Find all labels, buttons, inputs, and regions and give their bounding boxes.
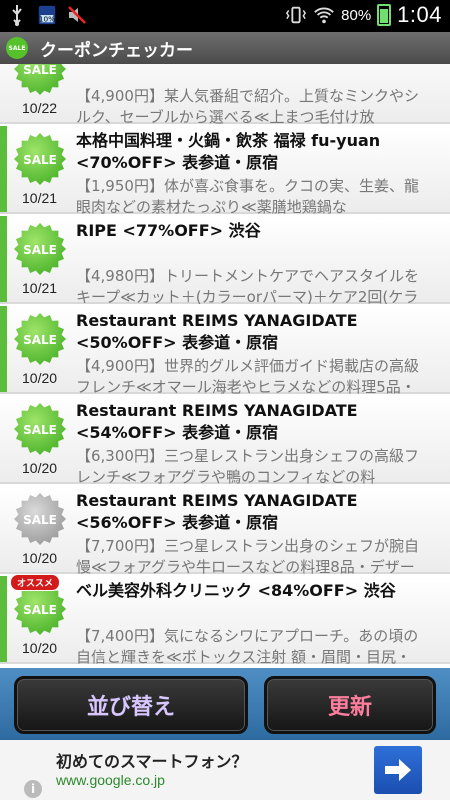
sale-badge-icon: SALE	[14, 403, 66, 455]
mute-icon	[66, 4, 88, 26]
sale-badge-icon: SALE	[14, 133, 66, 185]
coupon-list-item[interactable]: SALE 10/21 本格中国料理・火鍋・飲茶 福禄 fu-yuan <70%OFF…	[0, 126, 450, 216]
coupon-description-line: 【1,950円】体が喜ぶ食事を。クコの実、生姜、龍	[76, 177, 419, 195]
coupon-description-line: キープ≪カット＋(カラーorパーマ)＋ケア2回(ケラ	[76, 288, 419, 306]
sale-badge-icon: SALE	[14, 223, 66, 275]
recommended-tag: オススメ	[10, 574, 61, 591]
new-indicator-stripe	[0, 486, 7, 572]
svg-text:SALE: SALE	[23, 333, 57, 347]
sale-badge-icon: SALE	[14, 313, 66, 365]
svg-text:SALE: SALE	[23, 423, 57, 437]
coupon-title: ベル美容外科クリニック <84%OFF> 渋谷	[76, 581, 396, 600]
coupon-list-item[interactable]: SALE オススメ 10/20 ベル美容外科クリニック <84%OFF> 渋谷【7,4…	[0, 574, 450, 666]
coupon-description-line: ルク、セーブルから選べる≪上まつ毛付け放	[76, 108, 375, 126]
coupon-description: 【4,900円】世界的グルメ評価ガイド掲載店の高級 フレンチ≪オマール海老やヒラメ…	[76, 356, 446, 398]
coupon-list-item[interactable]: SALE 10/20 Restaurant REIMS YANAGIDATE <54…	[0, 396, 450, 486]
app-title: クーポンチェッカー	[40, 40, 193, 61]
coupon-description: 【4,980円】トリートメントケアでヘアスタイルを キープ≪カット＋(カラーorパ…	[76, 266, 446, 308]
coupon-description: 【4,900円】某人気番組で紹介。上質なミンクやシ ルク、セーブルから選べる≪上ま…	[76, 86, 446, 128]
button-bar: 並び替え 更新	[0, 668, 450, 740]
coupon-list-item[interactable]: SALE 10/20 Restaurant REIMS YANAGIDATE <56…	[0, 486, 450, 576]
coupon-list-item[interactable]: SALE 10/21 RIPE <77%OFF> 渋谷【4,980円】トリートメント…	[0, 216, 450, 306]
clock: 1:04	[397, 2, 442, 27]
coupon-title: RIPE <77%OFF> 渋谷	[76, 221, 261, 240]
new-indicator-stripe	[0, 126, 7, 212]
battery-widget-icon: 10%	[36, 4, 58, 26]
coupon-description-line: 慢≪フォアグラや牛ロースなどの料理8品・デザー	[76, 558, 415, 576]
coupon-description: 【7,700円】三つ星レストラン出身のシェフが腕自 慢≪フォアグラや牛ロースなどの…	[76, 536, 446, 578]
coupon-list[interactable]: SALE 10/22 【4,900円】某人気番組で紹介。上質なミンクやシ ルク、セーブ…	[0, 64, 450, 668]
coupon-date: 10/20	[22, 460, 58, 476]
usb-icon	[6, 4, 28, 26]
app-icon: SALE	[6, 37, 28, 59]
sale-badge-icon: SALE	[14, 493, 66, 545]
coupon-description-line: 【6,300円】三つ星レストラン出身シェフの高級フ	[76, 447, 419, 465]
coupon-title: Restaurant REIMS YANAGIDATE <54%OFF> 表参道…	[76, 401, 358, 442]
new-indicator-stripe	[0, 306, 7, 392]
sale-badge-icon: SALE	[14, 64, 66, 95]
new-indicator-stripe	[0, 216, 7, 302]
coupon-date: 10/22	[22, 100, 58, 116]
svg-text:SALE: SALE	[23, 64, 57, 77]
battery-percent: 80%	[341, 6, 372, 24]
coupon-description-line: 【7,400円】気になるシワにアプローチ。あの頃の	[76, 627, 419, 645]
arrow-right-icon[interactable]	[374, 746, 422, 794]
svg-text:SALE: SALE	[23, 153, 57, 167]
coupon-description-line: 眼肉などの素材たっぷり≪薬膳地鶏鍋な	[76, 198, 347, 216]
new-indicator-stripe	[0, 64, 7, 122]
coupon-date: 10/20	[22, 370, 58, 386]
wifi-icon	[313, 4, 335, 26]
coupon-list-item[interactable]: SALE 10/22 【4,900円】某人気番組で紹介。上質なミンクやシ ルク、セーブ…	[0, 64, 450, 126]
svg-text:10%: 10%	[39, 14, 55, 23]
coupon-description-line: 【7,700円】三つ星レストラン出身のシェフが腕自	[76, 537, 419, 555]
ad-title[interactable]: 初めてのスマートフォン？	[56, 748, 248, 772]
vibrate-icon	[285, 4, 307, 26]
coupon-title: Restaurant REIMS YANAGIDATE <50%OFF> 表参道…	[76, 311, 358, 352]
coupon-description-line: フレンチ≪オマール海老やヒラメなどの料理5品・	[76, 378, 416, 396]
coupon-description: 【1,950円】体が喜ぶ食事を。クコの実、生姜、龍 眼肉などの素材たっぷり≪薬膳地…	[76, 176, 446, 218]
new-indicator-stripe	[0, 396, 7, 482]
ad-banner[interactable]: 初めてのスマートフォン？ www.google.co.jp i	[0, 740, 450, 800]
ad-url[interactable]: www.google.co.jp	[56, 772, 165, 788]
svg-text:SALE: SALE	[23, 513, 57, 527]
coupon-date: 10/21	[22, 280, 58, 296]
sort-button[interactable]: 並び替え	[14, 676, 248, 734]
coupon-description-line: レンチ≪フォアグラや鴨のコンフィなどの料	[76, 468, 376, 486]
coupon-description-line: 【4,980円】トリートメントケアでヘアスタイルを	[76, 267, 419, 285]
info-icon[interactable]: i	[24, 780, 42, 798]
coupon-description-line: 【4,900円】世界的グルメ評価ガイド掲載店の高級	[76, 357, 419, 375]
coupon-description-line: 自信と輝きを≪ボトックス注射 額・眉間・目尻・	[76, 648, 412, 666]
battery-icon	[377, 4, 392, 26]
refresh-button[interactable]: 更新	[264, 676, 436, 734]
coupon-description: 【6,300円】三つ星レストラン出身シェフの高級フ レンチ≪フォアグラや鴨のコンフ…	[76, 446, 446, 488]
coupon-description: 【7,400円】気になるシワにアプローチ。あの頃の 自信と輝きを≪ボトックス注射 …	[76, 626, 446, 668]
coupon-title: Restaurant REIMS YANAGIDATE <56%OFF> 表参道…	[76, 491, 358, 532]
new-indicator-stripe	[0, 576, 7, 662]
coupon-title: 本格中国料理・火鍋・飲茶 福禄 fu-yuan <70%OFF> 表参道・原宿	[76, 131, 381, 172]
app-title-bar: SALE クーポンチェッカー	[0, 32, 450, 64]
coupon-list-item[interactable]: SALE 10/20 Restaurant REIMS YANAGIDATE <50…	[0, 306, 450, 396]
coupon-date: 10/21	[22, 190, 58, 206]
coupon-date: 10/20	[22, 550, 58, 566]
svg-text:SALE: SALE	[23, 243, 57, 257]
status-bar: 10% 80% 1:04	[0, 0, 450, 32]
coupon-description-line: 【4,900円】某人気番組で紹介。上質なミンクやシ	[76, 87, 419, 105]
coupon-date: 10/20	[22, 640, 58, 656]
svg-text:SALE: SALE	[23, 603, 57, 617]
